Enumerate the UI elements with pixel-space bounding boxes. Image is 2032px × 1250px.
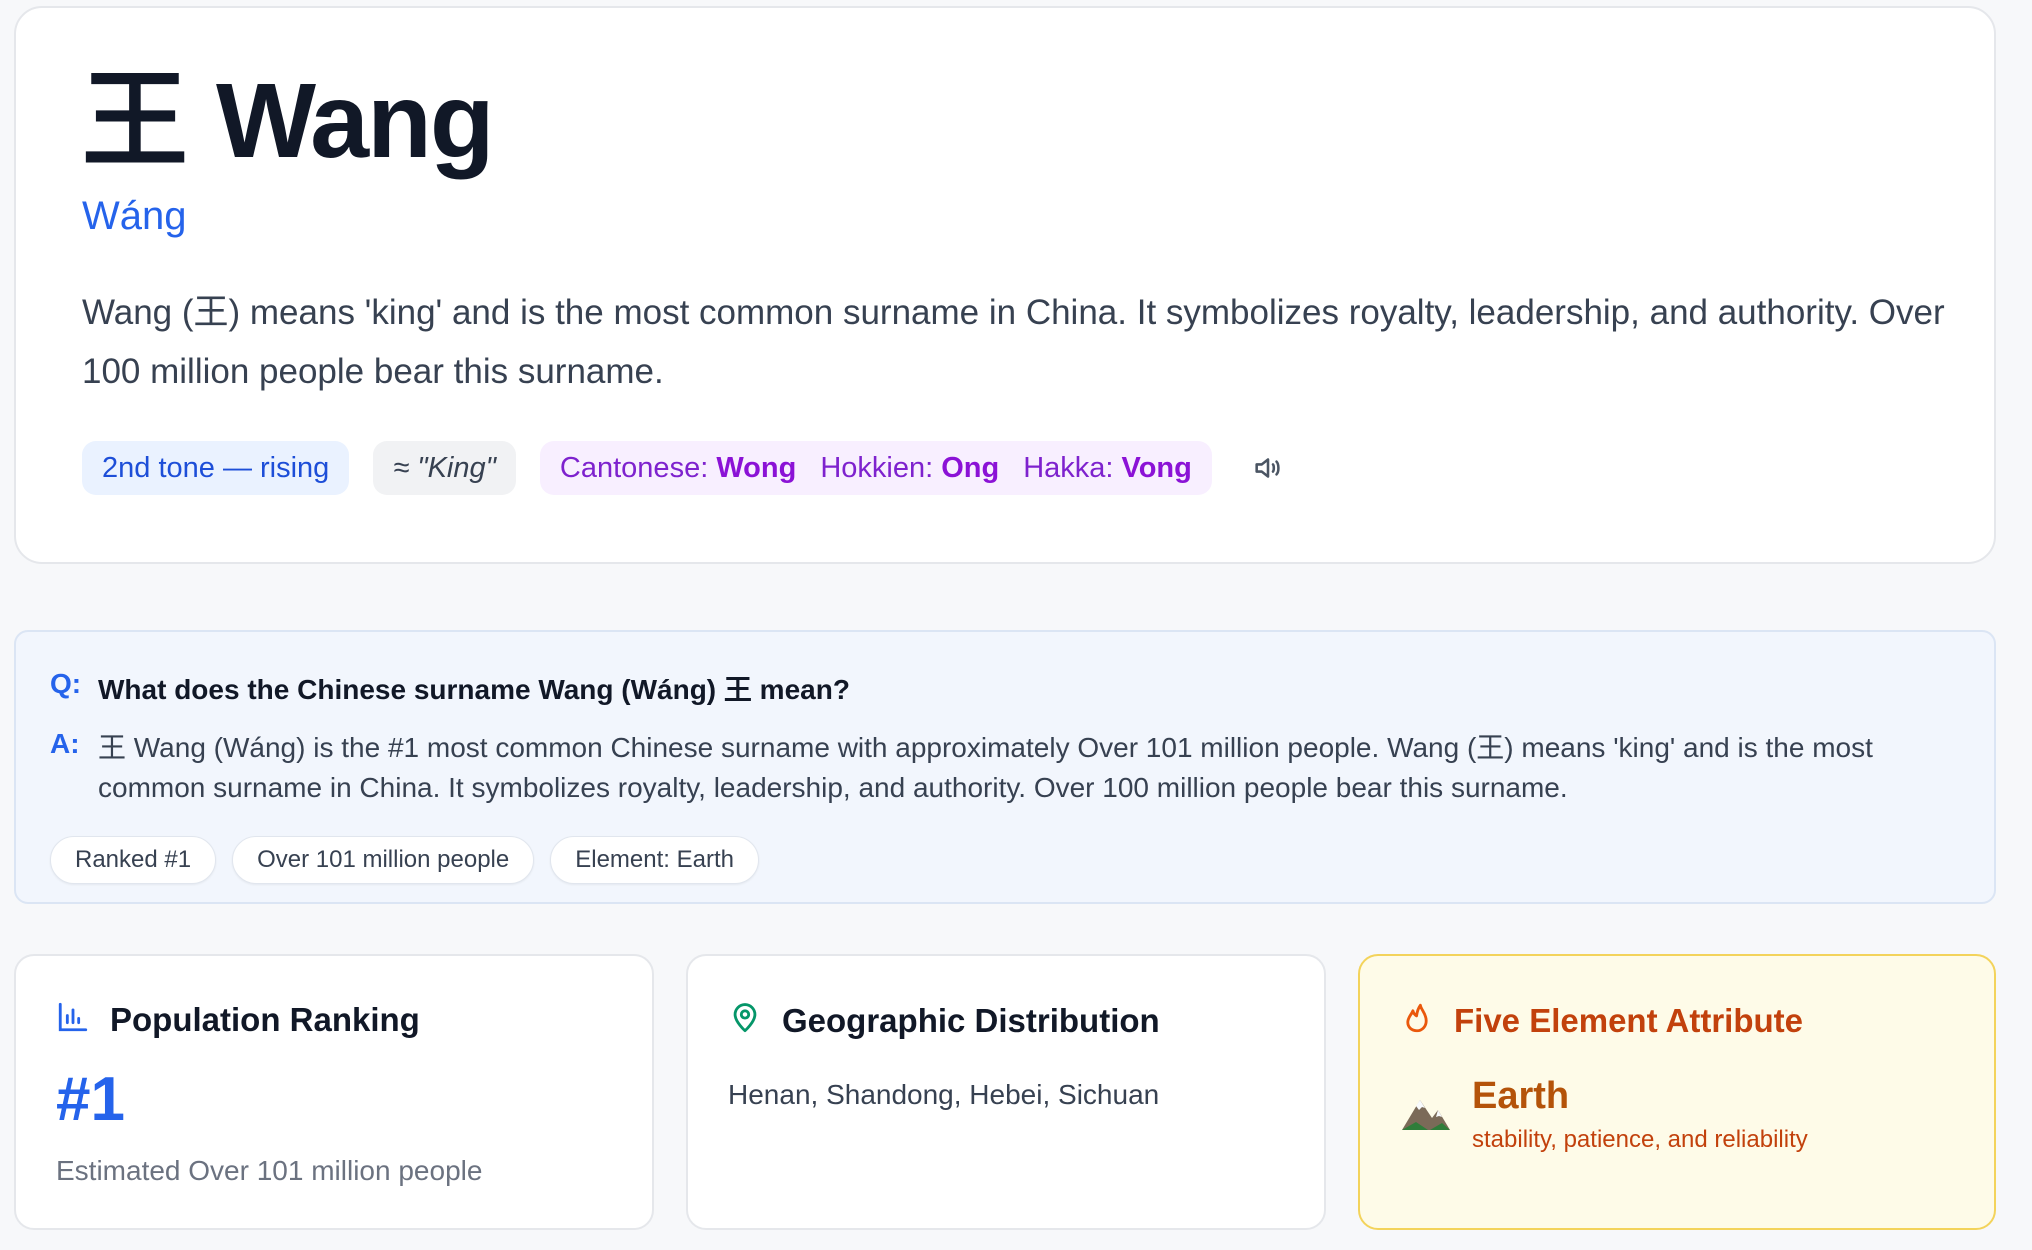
faq-question: What does the Chinese surname Wang (Wáng… — [98, 674, 850, 705]
dialect-hokkien: Hokkien: Ong — [820, 451, 1000, 484]
faq-question-row: Q: What does the Chinese surname Wang (W… — [50, 668, 1960, 708]
faq-tags: Ranked #1 Over 101 million people Elemen… — [50, 836, 1960, 884]
population-ranking-title: Population Ranking — [110, 1000, 420, 1038]
bar-chart-icon — [56, 1000, 90, 1039]
surname-pinyin: Wáng — [82, 194, 187, 238]
pronunciation-chips: 2nd tone — rising ≈ "King" Cantonese: Wo… — [82, 441, 1994, 495]
element-text: Earth stability, patience, and reliabili… — [1472, 1075, 1808, 1154]
five-element-card: Five Element Attribute Earth stability, … — [1358, 954, 1996, 1230]
rank-number: #1 — [56, 1065, 125, 1134]
tag-population: Over 101 million people — [232, 836, 535, 884]
dialect-cantonese: Cantonese: Wong — [559, 451, 797, 484]
surname-name: Wang — [216, 62, 495, 180]
speaker-icon[interactable] — [1244, 444, 1292, 492]
geographic-distribution-header: Geographic Distribution — [728, 1000, 1284, 1041]
surname-character: 王 — [82, 59, 188, 182]
dialect-badge: Cantonese: Wong Hokkien: Ong Hakka: Vong — [539, 441, 1212, 495]
faq-answer: 王 Wang (Wáng) is the #1 most common Chin… — [98, 732, 1873, 803]
surname-description: Wang (王) means 'king' and is the most co… — [82, 293, 1945, 391]
geographic-distribution-card: Geographic Distribution Henan, Shandong,… — [686, 954, 1326, 1230]
element-traits: stability, patience, and reliability — [1472, 1126, 1808, 1153]
tag-rank: Ranked #1 — [50, 836, 217, 884]
element-name: Earth — [1472, 1075, 1570, 1117]
population-estimate: Estimated Over 101 million people — [56, 1155, 483, 1186]
population-ranking-card: Population Ranking #1 Estimated Over 101… — [14, 954, 654, 1230]
five-element-header: Five Element Attribute — [1400, 1000, 1954, 1041]
tag-element: Element: Earth — [550, 836, 759, 884]
answer-prefix: A: — [50, 728, 80, 759]
question-prefix: Q: — [50, 668, 82, 699]
faq-box: Q: What does the Chinese surname Wang (W… — [14, 630, 1996, 904]
five-element-title: Five Element Attribute — [1454, 1001, 1803, 1039]
surname-title: 王 Wang — [82, 59, 1994, 182]
dialect-hakka: Hakka: Vong — [1023, 451, 1192, 484]
mountain-icon — [1400, 1092, 1452, 1137]
population-ranking-header: Population Ranking — [56, 1000, 612, 1039]
geographic-distribution-title: Geographic Distribution — [782, 1001, 1160, 1039]
flame-icon — [1400, 1000, 1434, 1041]
faq-answer-row: A: 王 Wang (Wáng) is the #1 most common C… — [50, 728, 1960, 808]
tone-badge: 2nd tone — rising — [82, 441, 350, 495]
region-list: Henan, Shandong, Hebei, Sichuan — [728, 1079, 1160, 1110]
meaning-badge: ≈ "King" — [373, 441, 516, 495]
surname-hero-card: 王 Wang Wáng Wang (王) means 'king' and is… — [14, 6, 1996, 564]
map-pin-icon — [728, 1000, 762, 1041]
element-detail: Earth stability, patience, and reliabili… — [1400, 1075, 1954, 1154]
